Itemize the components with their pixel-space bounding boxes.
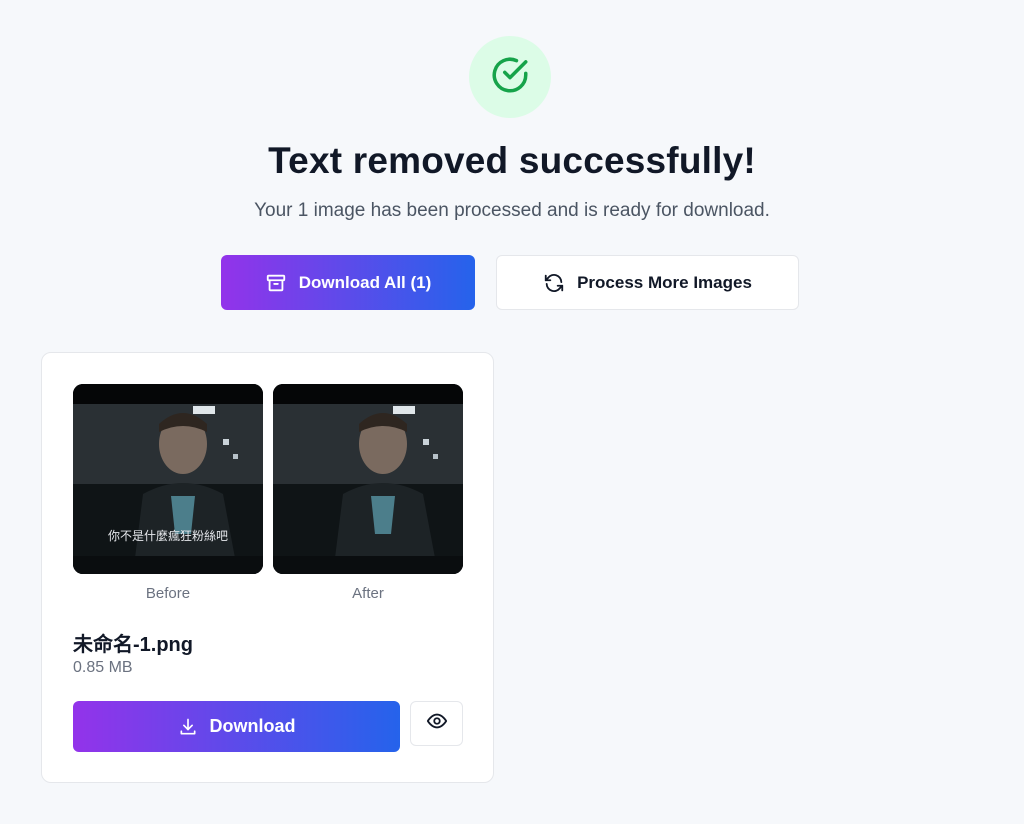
archive-icon [265, 272, 287, 294]
page-title: Text removed successfully! [268, 140, 756, 181]
download-icon [178, 717, 198, 737]
file-size: 0.85 MB [73, 659, 133, 676]
before-image[interactable]: 你不是什麼瘋狂粉絲吧 [73, 384, 263, 574]
file-name: 未命名-1.png [73, 634, 193, 656]
download-button[interactable]: Download [73, 701, 400, 752]
page-subtitle: Your 1 image has been processed and is r… [254, 200, 770, 221]
process-more-label: Process More Images [577, 272, 752, 292]
subtitle-overlay-text: 你不是什麼瘋狂粉絲吧 [108, 528, 228, 543]
preview-button[interactable] [410, 701, 463, 746]
result-card: 你不是什麼瘋狂粉絲吧 Before After 未命名-1.png 0.85 M… [41, 352, 494, 783]
eye-icon [426, 710, 448, 737]
success-badge [469, 36, 551, 118]
success-page: Text removed successfully! Your 1 image … [0, 0, 1024, 824]
before-label: Before [145, 585, 191, 602]
refresh-icon [543, 272, 565, 294]
process-more-button[interactable]: Process More Images [496, 255, 799, 310]
after-label: After [352, 585, 384, 602]
download-all-button[interactable]: Download All (1) [221, 255, 475, 310]
check-circle-icon [489, 54, 531, 101]
after-image[interactable] [273, 384, 463, 574]
download-all-label: Download All (1) [298, 272, 432, 292]
download-label: Download [209, 716, 296, 736]
